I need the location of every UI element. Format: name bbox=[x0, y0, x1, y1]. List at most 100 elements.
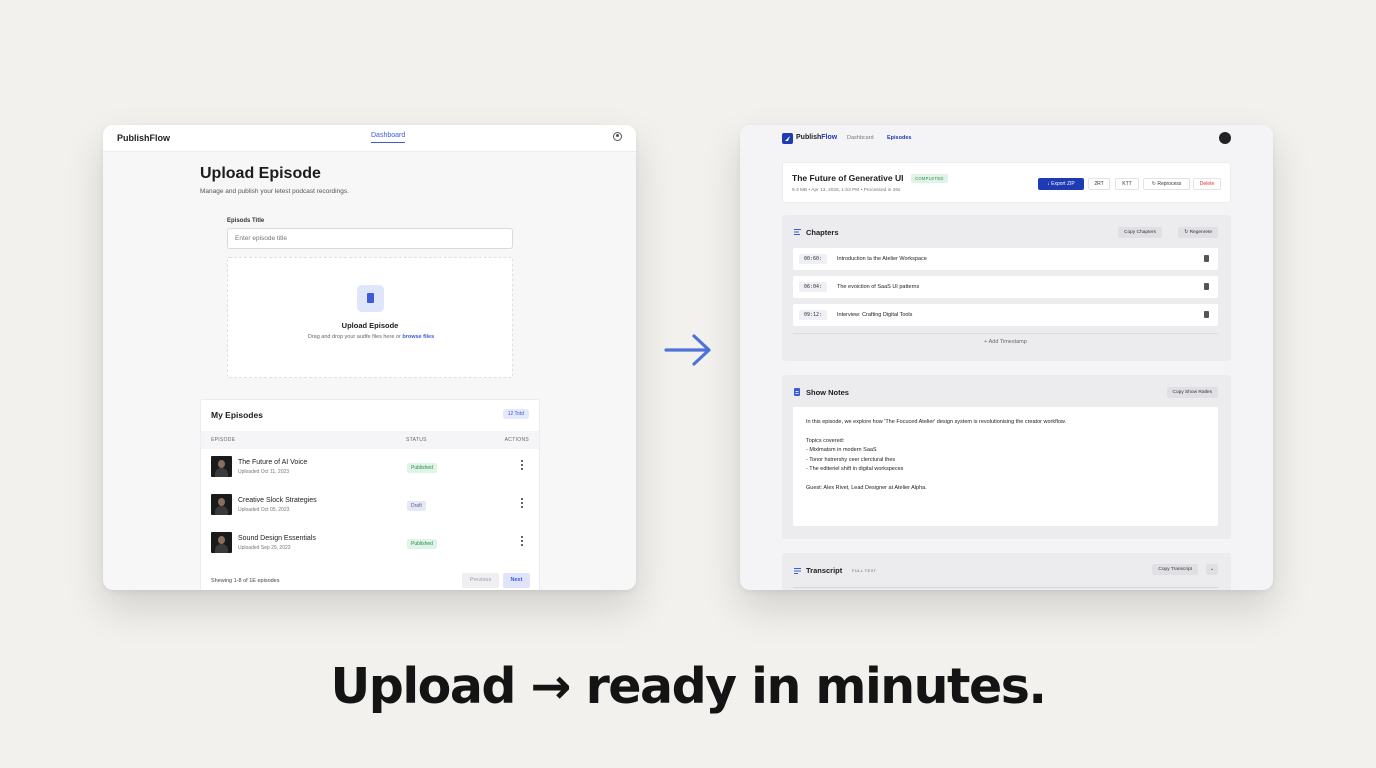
download-vtt-button[interactable]: KTT bbox=[1115, 178, 1139, 190]
top-nav: PublishFlow Dashbcard Episodes bbox=[740, 125, 1273, 152]
pagination-summary: Shewing 1-8 of 1E episodes bbox=[211, 578, 280, 584]
brand-logo-icon bbox=[782, 133, 793, 144]
brand-logo[interactable]: PublishFlow bbox=[796, 134, 837, 141]
episode-thumbnail bbox=[211, 456, 232, 477]
episode-detail-window: PublishFlow Dashbcard Episodes The Futur… bbox=[740, 125, 1273, 590]
user-account-icon[interactable] bbox=[613, 132, 622, 141]
brand-name-part: Publish bbox=[796, 134, 822, 141]
chapter-timestamp[interactable]: 09:12: bbox=[799, 310, 828, 320]
brand-name-accent: Flow bbox=[821, 134, 838, 141]
show-notes-section: Show Notes Copy Show Ratles In this epis… bbox=[782, 375, 1231, 539]
episode-thumbnail bbox=[211, 494, 232, 515]
text-lines-icon bbox=[794, 568, 801, 574]
more-actions-icon[interactable] bbox=[521, 498, 524, 509]
table-row[interactable]: Sound Design Essentials Uploaded Sep 29,… bbox=[201, 525, 539, 563]
top-nav: PublishFlow Dashboard bbox=[103, 125, 636, 152]
episode-title: The Future of Generative UI bbox=[792, 173, 904, 183]
notes-line: Topics covered: bbox=[806, 437, 845, 444]
episode-title-label: Episods Title bbox=[227, 218, 265, 224]
browse-files-link[interactable]: browse files bbox=[402, 334, 434, 340]
episode-title: Creative Slock Strategies bbox=[238, 497, 317, 504]
column-header-actions: ACTIONS bbox=[504, 437, 529, 443]
avatar[interactable] bbox=[1219, 132, 1231, 144]
delete-button[interactable]: Delete bbox=[1193, 178, 1221, 190]
document-icon bbox=[794, 388, 800, 396]
more-actions-icon[interactable] bbox=[521, 460, 524, 471]
dropzone-instructions: Drag and drop your audfe files here or bbox=[307, 334, 401, 340]
brand-logo: PublishFlow bbox=[117, 133, 170, 143]
notes-line: - Tonor hstrershy ceer clerctural thes bbox=[806, 456, 896, 463]
trash-icon[interactable] bbox=[1204, 283, 1209, 290]
add-timestamp-button[interactable]: + Add Timestamp bbox=[793, 333, 1218, 350]
trash-icon[interactable] bbox=[1204, 311, 1209, 318]
show-notes-title: Show Notes bbox=[806, 388, 849, 397]
episode-date: Uploaded Oct 05, 2023 bbox=[238, 507, 290, 513]
my-episodes-card: My Episodes 12 Totd EPISODE STATUS ACTIO… bbox=[200, 399, 540, 590]
status-badge: Draft bbox=[407, 501, 426, 511]
show-notes-textarea[interactable]: In this episode, we explore how 'The Foc… bbox=[793, 407, 1218, 526]
table-header: EPISODE STATUS ACTIONS bbox=[201, 431, 539, 449]
export-zip-button[interactable]: ↓ Export ZIP bbox=[1038, 178, 1084, 190]
chapter-title[interactable]: Interview: Crafting Digital Tools bbox=[837, 312, 912, 318]
chapter-title[interactable]: Introduction ta the Atelier Workspace bbox=[837, 256, 927, 262]
nav-dashboard-link[interactable]: Dashboard bbox=[371, 132, 406, 143]
download-srt-button[interactable]: 2RT bbox=[1088, 178, 1110, 190]
chevron-down-icon[interactable]: ⌄ bbox=[1205, 564, 1218, 575]
notes-line: In this episode, we explore how 'The Foc… bbox=[806, 419, 1067, 425]
episode-date: Uploaded Sep 29, 2023 bbox=[238, 545, 291, 551]
total-count-badge: 12 Totd bbox=[502, 409, 529, 419]
my-episodes-title: My Episodes bbox=[211, 410, 263, 420]
file-upload-icon bbox=[357, 285, 384, 312]
transcript-section: Transcript FULL TEXT Copy Transcript ⌄ bbox=[782, 553, 1231, 590]
notes-line bbox=[806, 427, 1205, 436]
next-page-button[interactable]: Next bbox=[503, 573, 530, 588]
copy-chapters-button[interactable]: Copy Chapters bbox=[1118, 227, 1162, 238]
chapter-row[interactable]: 06:04: The evoiction of SaaS UI patterns bbox=[793, 276, 1218, 298]
column-header-status: STATUS bbox=[406, 437, 427, 443]
chapter-title[interactable]: The evoiction of SaaS UI patterns bbox=[837, 284, 919, 290]
copy-show-notes-button[interactable]: Copy Show Ratles bbox=[1166, 387, 1218, 398]
episode-title-input[interactable] bbox=[227, 228, 513, 249]
upload-app-window: PublishFlow Dashboard Upload Episode Man… bbox=[103, 125, 636, 590]
episode-header: The Future of Generative UI COMPLETED 9.… bbox=[782, 162, 1231, 203]
upload-dropzone[interactable]: Upload Episode Drag and drop your audfe … bbox=[227, 257, 513, 378]
arrow-right-icon bbox=[664, 334, 711, 366]
nav-dashboard-link[interactable]: Dashbcard bbox=[847, 135, 874, 141]
more-actions-icon[interactable] bbox=[521, 536, 524, 547]
transcript-title: Transcript bbox=[806, 566, 843, 575]
table-row[interactable]: The Future of AI Voice Uploaded Oct 11, … bbox=[201, 449, 539, 487]
dropzone-title: Upload Episode bbox=[341, 321, 399, 330]
table-row[interactable]: Creative Slock Strategies Uploaded Oct 0… bbox=[201, 487, 539, 525]
regenerate-button[interactable]: ↻ Regenrete bbox=[1178, 227, 1218, 238]
list-icon bbox=[794, 229, 801, 235]
copy-transcript-button[interactable]: Copy Transcript bbox=[1152, 564, 1198, 575]
page-subtitle: Manage and publish your letest podcast r… bbox=[200, 188, 349, 195]
page-title: Upload Episode bbox=[200, 165, 321, 182]
column-header-episode: EPISODE bbox=[211, 437, 236, 443]
chapter-row[interactable]: 00:60: Introduction ta the Atelier Works… bbox=[793, 248, 1218, 270]
notes-line: - Mixlmatsm in modern SaaS bbox=[806, 447, 877, 454]
chapter-timestamp[interactable]: 00:60: bbox=[799, 254, 828, 264]
chapters-title: Chapters bbox=[806, 228, 839, 237]
chapter-timestamp[interactable]: 06:04: bbox=[799, 282, 828, 292]
status-badge: COMPLETED bbox=[911, 174, 948, 183]
notes-line bbox=[806, 474, 1205, 483]
full-text-tag: FULL TEXT bbox=[852, 568, 877, 573]
nav-episodes-link[interactable]: Episodes bbox=[887, 135, 911, 141]
dropzone-text: Drag and drop your audfe files here or b… bbox=[298, 333, 444, 342]
chapters-section: Chapters Copy Chapters ↻ Regenrete 00:60… bbox=[782, 215, 1231, 361]
notes-line: - The editeriel shift in digital workspe… bbox=[806, 466, 904, 473]
tagline: Upload → ready in minutes. bbox=[330, 658, 1047, 715]
episode-title: The Future of AI Voice bbox=[238, 459, 308, 466]
chapter-row[interactable]: 09:12: Interview: Crafting Digital Tools bbox=[793, 304, 1218, 326]
status-badge: Published bbox=[407, 463, 437, 473]
previous-page-button[interactable]: Previous bbox=[462, 573, 499, 588]
episode-date: Uploaded Oct 11, 2023 bbox=[238, 469, 290, 475]
episode-thumbnail bbox=[211, 532, 232, 553]
status-badge: Published bbox=[407, 539, 437, 549]
reprocess-button[interactable]: ↻ Reprocess bbox=[1143, 178, 1190, 190]
notes-line: Guest: Alex Rivet, Lead Designer at Atel… bbox=[806, 484, 927, 491]
episode-meta: 9.3 MB • Apr 13, 2026, 1:53 PM • Process… bbox=[792, 188, 901, 193]
divider bbox=[793, 587, 1218, 588]
trash-icon[interactable] bbox=[1204, 255, 1209, 262]
